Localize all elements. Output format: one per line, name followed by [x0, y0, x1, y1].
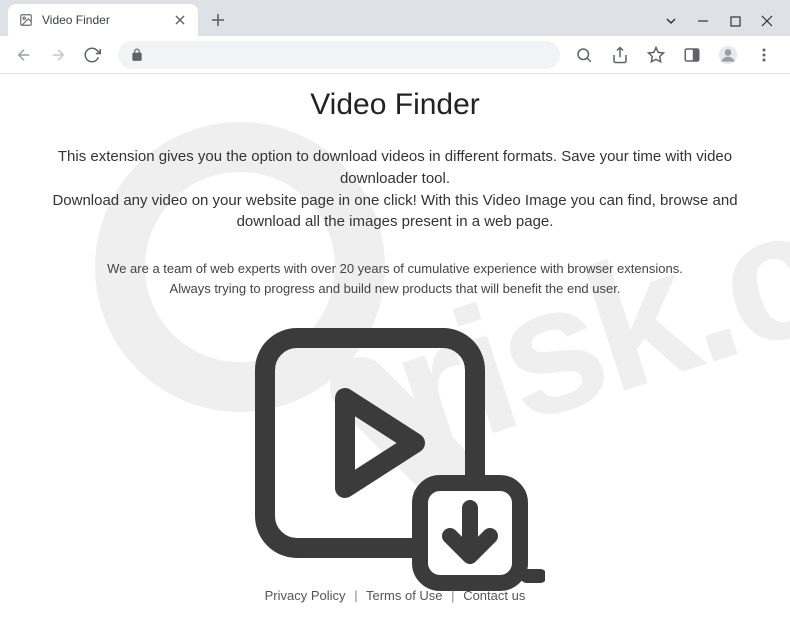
privacy-policy-link[interactable]: Privacy Policy — [265, 588, 346, 603]
chevron-down-icon[interactable] — [664, 14, 678, 28]
forward-button[interactable] — [44, 41, 72, 69]
profile-icon[interactable] — [716, 43, 740, 67]
browser-toolbar — [0, 36, 790, 74]
team-line-2: Always trying to progress and build new … — [40, 279, 750, 299]
bookmark-star-icon[interactable] — [644, 43, 668, 67]
maximize-icon[interactable] — [728, 14, 742, 28]
footer-links: Privacy Policy | Terms of Use | Contact … — [0, 588, 790, 603]
tab-close-icon[interactable] — [172, 12, 188, 28]
contact-us-link[interactable]: Contact us — [463, 588, 525, 603]
sidepanel-icon[interactable] — [680, 43, 704, 67]
search-icon[interactable] — [572, 43, 596, 67]
back-button[interactable] — [10, 41, 38, 69]
divider: | — [354, 588, 357, 603]
lock-icon — [130, 48, 144, 62]
tab-favicon-icon — [18, 12, 34, 28]
new-tab-button[interactable] — [204, 6, 232, 34]
close-icon[interactable] — [760, 14, 774, 28]
description-line-2: Download any video on your website page … — [40, 190, 750, 234]
description-line-1: This extension gives you the option to d… — [40, 146, 750, 190]
tab-title: Video Finder — [42, 13, 172, 27]
team-line-1: We are a team of web experts with over 2… — [40, 259, 750, 279]
video-download-illustration — [40, 318, 750, 598]
reload-button[interactable] — [78, 41, 106, 69]
window-titlebar: Video Finder — [0, 0, 790, 36]
share-icon[interactable] — [608, 43, 632, 67]
page-content: Video Finder This extension gives you th… — [0, 74, 790, 598]
minimize-icon[interactable] — [696, 14, 710, 28]
divider: | — [451, 588, 454, 603]
terms-of-use-link[interactable]: Terms of Use — [366, 588, 443, 603]
window-controls — [664, 14, 790, 36]
menu-icon[interactable] — [752, 43, 776, 67]
address-bar[interactable] — [118, 41, 560, 69]
browser-tab[interactable]: Video Finder — [8, 4, 198, 36]
page-title: Video Finder — [40, 88, 750, 122]
